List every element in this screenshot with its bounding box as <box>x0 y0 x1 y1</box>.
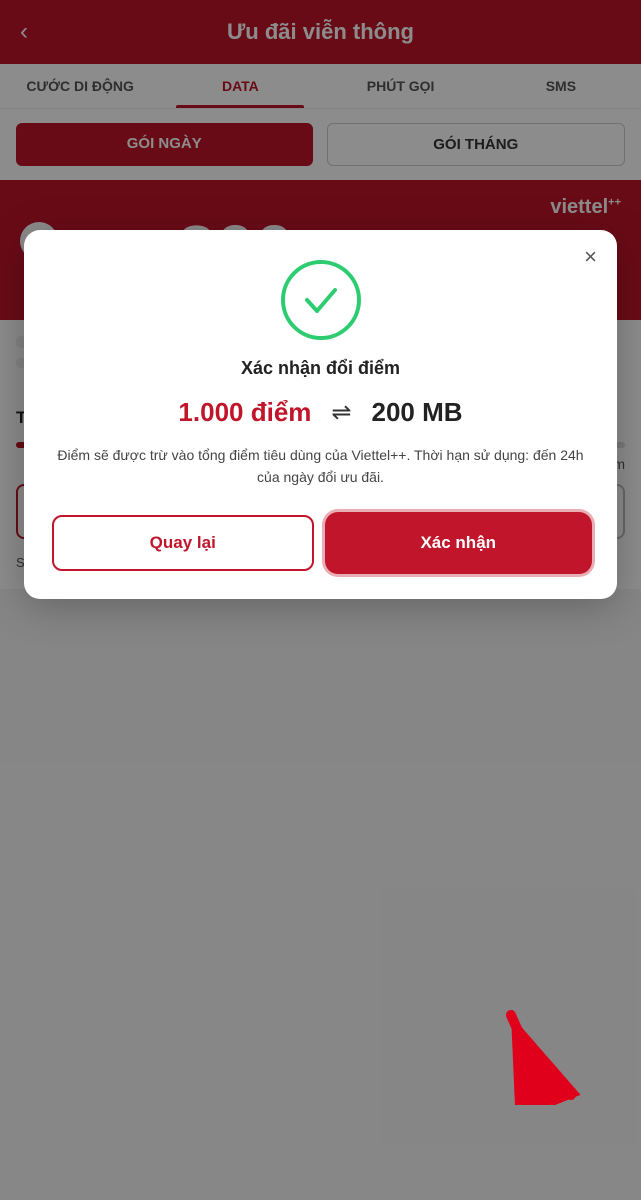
modal-mb-label: 200 MB <box>372 397 463 428</box>
confirm-button[interactable]: Xác nhận <box>328 515 590 571</box>
cancel-button[interactable]: Quay lại <box>52 515 314 571</box>
modal-buttons: Quay lại Xác nhận <box>52 515 589 571</box>
modal-check-circle <box>281 260 361 340</box>
modal-exchange-row: 1.000 điểm ⇌ 200 MB <box>52 397 589 428</box>
modal-close-button[interactable]: × <box>584 246 597 268</box>
confirm-modal: × Xác nhận đổi điểm 1.000 điểm ⇌ 200 MB … <box>24 230 617 599</box>
modal-icon-wrap <box>52 260 589 340</box>
modal-description: Điểm sẽ được trừ vào tổng điểm tiêu dùng… <box>52 444 589 489</box>
modal-exchange-arrow: ⇌ <box>331 398 351 427</box>
modal-title: Xác nhận đổi điểm <box>52 358 589 379</box>
modal-points-label: 1.000 điểm <box>178 397 311 428</box>
modal-overlay[interactable] <box>0 0 641 1200</box>
checkmark-icon <box>299 278 343 322</box>
